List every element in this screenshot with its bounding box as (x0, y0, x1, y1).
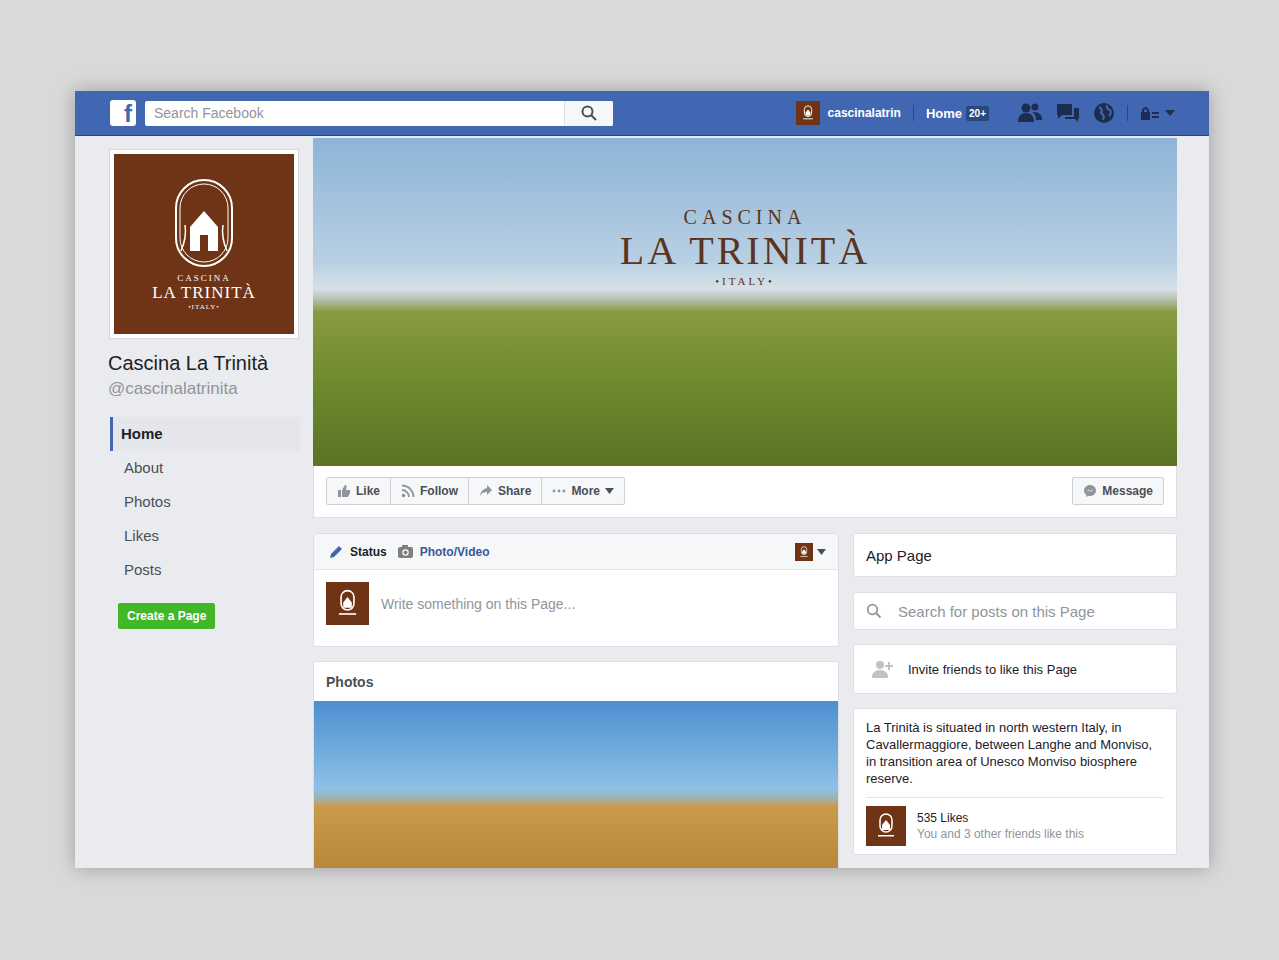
page-search-placeholder: Search for posts on this Page (898, 603, 1095, 620)
page-avatar-icon (796, 101, 820, 125)
like-button[interactable]: Like (326, 477, 391, 505)
messages-icon[interactable] (1055, 102, 1081, 124)
messenger-icon (1083, 484, 1097, 498)
screen: f Search Facebook cascinalatrin Home 20+… (0, 0, 1279, 960)
photo-thumbnail[interactable] (314, 701, 838, 868)
nav-item[interactable]: About (110, 451, 300, 485)
nav-item[interactable]: Home (110, 417, 300, 451)
composer-input[interactable]: Write something on this Page... (381, 596, 575, 612)
page-nav: HomeAboutPhotosLikesPosts (110, 417, 300, 587)
page-search-field[interactable]: Search for posts on this Page (853, 592, 1177, 630)
message-label: Message (1102, 484, 1153, 498)
page-content: CASCINA LA TRINITÀ •ITALY• Cascina La Tr… (75, 136, 1209, 868)
magnifier-icon (866, 603, 882, 619)
create-page-button[interactable]: Create a Page (118, 603, 215, 629)
top-right-menu: cascinalatrin Home 20+ (796, 101, 1176, 125)
more-button[interactable]: More (541, 477, 625, 505)
share-button[interactable]: Share (468, 477, 542, 505)
pencil-icon (328, 544, 344, 560)
top-bar: f Search Facebook cascinalatrin Home 20+ (75, 91, 1209, 136)
message-button[interactable]: Message (1072, 477, 1164, 505)
home-label: Home (926, 106, 962, 121)
nav-item[interactable]: Photos (110, 485, 300, 519)
likes-count: 535 Likes (917, 811, 1084, 825)
action-label: Like (356, 484, 380, 498)
separator (1127, 105, 1128, 121)
caret-down-icon (605, 488, 614, 494)
about-card: La Trinità is situated in north western … (853, 708, 1177, 855)
cover-logo-main: LA TRINITÀ (620, 229, 870, 273)
logo-bottom-text: •ITALY• (188, 303, 220, 311)
profile-link[interactable]: cascinalatrin (796, 101, 901, 125)
page-handle[interactable]: @cascinalatrinita (108, 379, 300, 399)
invite-label: Invite friends to like this Page (908, 662, 1077, 677)
page-columns: Status Photo/Video Write something on th… (313, 533, 1177, 868)
post-as-selector[interactable] (795, 543, 826, 561)
cover-logo: CASCINA LA TRINITÀ •ITALY• (620, 138, 870, 466)
chapel-icon (173, 177, 235, 269)
action-bar: Like Follow Share More Message (313, 466, 1177, 518)
lock-icon (1140, 105, 1160, 121)
cover-photo[interactable]: CASCINA LA TRINITÀ •ITALY• (313, 138, 1177, 466)
page-avatar-icon (326, 582, 369, 625)
friends-icon[interactable] (1017, 102, 1043, 124)
app-page-card[interactable]: App Page (853, 533, 1177, 577)
feed-column: Status Photo/Video Write something on th… (313, 533, 839, 868)
globe-icon[interactable] (1093, 102, 1115, 124)
logo-top-text: CASCINA (177, 273, 231, 283)
search-field[interactable]: Search Facebook (145, 101, 613, 126)
separator (913, 105, 914, 121)
camera-icon (397, 544, 414, 559)
user-name: cascinalatrin (828, 106, 901, 120)
page-logo: CASCINA LA TRINITÀ •ITALY• (114, 154, 294, 334)
action-buttons: Like Follow Share More (326, 477, 625, 505)
settings-menu[interactable] (1140, 105, 1176, 121)
home-badge: 20+ (966, 106, 989, 121)
facebook-logo[interactable]: f (110, 100, 136, 126)
left-column: CASCINA LA TRINITÀ •ITALY• Cascina La Tr… (110, 138, 300, 868)
composer: Status Photo/Video Write something on th… (313, 533, 839, 647)
add-person-icon (872, 660, 894, 678)
photos-card: Photos (313, 661, 839, 868)
invite-friends[interactable]: Invite friends to like this Page (853, 644, 1177, 694)
caret-down-icon (817, 549, 826, 555)
action-label: Follow (420, 484, 458, 498)
likes-row: 535 Likes You and 3 other friends like t… (866, 798, 1164, 846)
thumb-up-icon (337, 484, 351, 498)
magnifier-icon (581, 105, 597, 121)
composer-tab-label: Status (350, 545, 387, 559)
composer-tabs: Status Photo/Video (314, 534, 838, 570)
follow-button[interactable]: Follow (390, 477, 469, 505)
likes-info: 535 Likes You and 3 other friends like t… (917, 811, 1084, 841)
rss-icon (401, 484, 415, 498)
friends-like: You and 3 other friends like this (917, 827, 1084, 841)
photos-title: Photos (314, 662, 838, 701)
browser-frame: f Search Facebook cascinalatrin Home 20+… (75, 91, 1209, 868)
cover-logo-bottom: •ITALY• (715, 275, 775, 287)
composer-body: Write something on this Page... (314, 570, 838, 646)
composer-tab[interactable]: Status (328, 544, 387, 560)
logo-main-text: LA TRINITÀ (152, 283, 256, 303)
search-placeholder: Search Facebook (145, 105, 564, 121)
about-text: La Trinità is situated in north western … (866, 719, 1164, 798)
dots-icon (552, 484, 566, 498)
share-arrow-icon (479, 484, 493, 498)
caret-down-icon (1164, 109, 1176, 117)
action-label: More (571, 484, 600, 498)
composer-tab[interactable]: Photo/Video (397, 544, 490, 559)
nav-item[interactable]: Posts (110, 553, 300, 587)
right-column: App Page Search for posts on this Page I… (853, 533, 1177, 855)
composer-tab-label: Photo/Video (420, 545, 490, 559)
page-name: Cascina La Trinità (108, 352, 300, 375)
cover-logo-top: CASCINA (684, 206, 807, 229)
home-link[interactable]: Home 20+ (926, 106, 989, 121)
search-button[interactable] (564, 101, 613, 126)
page-avatar-icon (795, 543, 813, 561)
profile-picture[interactable]: CASCINA LA TRINITÀ •ITALY• (110, 150, 298, 338)
main-column: CASCINA LA TRINITÀ •ITALY• Like Follow S… (313, 138, 1177, 868)
nav-item[interactable]: Likes (110, 519, 300, 553)
page-avatar-icon (866, 806, 906, 846)
action-label: Share (498, 484, 531, 498)
